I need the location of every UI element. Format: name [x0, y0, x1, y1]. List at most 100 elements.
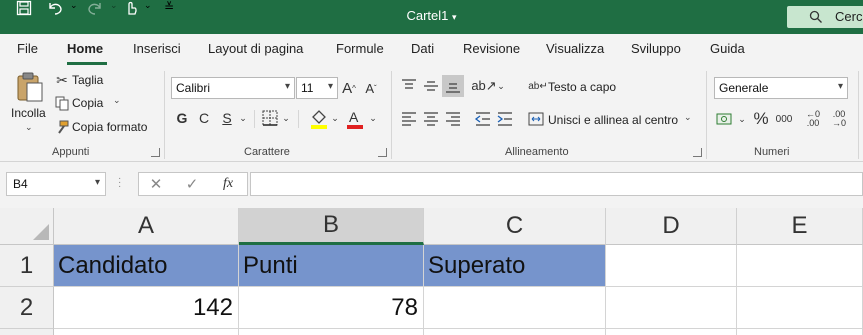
borders-icon[interactable] [262, 110, 278, 126]
resize-handle-icon[interactable]: · · · [118, 174, 124, 192]
merge-center-icon [528, 112, 544, 126]
font-size-select[interactable]: 11 ▾ [296, 77, 338, 99]
cell-d1[interactable] [606, 245, 737, 287]
cell-b2[interactable]: 78 [239, 287, 424, 329]
tab-review[interactable]: Revisione [463, 41, 520, 56]
accounting-dropdown-icon[interactable]: ⌄ [737, 110, 747, 128]
row-header-3[interactable] [0, 329, 54, 335]
copy-button[interactable]: Copia ⌄ [55, 95, 123, 113]
search-box[interactable]: Cerca [787, 6, 863, 28]
fill-color-icon[interactable] [310, 108, 328, 130]
cell-b3[interactable] [239, 329, 424, 335]
borders-dropdown-icon[interactable]: ⌄ [281, 108, 291, 128]
tab-formulas[interactable]: Formule [336, 41, 384, 56]
italic-button[interactable]: C [196, 108, 212, 128]
align-bottom-button[interactable] [442, 75, 464, 97]
tab-view[interactable]: Visualizza [546, 41, 604, 56]
increase-decimal-icon[interactable]: ←0.00 [802, 108, 824, 130]
merge-center-label: Unisci e allinea al centro [548, 113, 679, 127]
align-left-icon[interactable] [400, 110, 418, 128]
column-header-e[interactable]: E [737, 208, 863, 245]
paste-dropdown-icon: ⌄ [25, 122, 33, 132]
font-color-dropdown-icon[interactable]: ⌄ [368, 108, 378, 128]
select-all-icon [33, 224, 49, 240]
tab-home[interactable]: Home [67, 41, 103, 56]
wrap-text-button[interactable]: ab↵ Testo a capo [528, 77, 622, 97]
format-painter-button[interactable]: Copia formato [55, 119, 151, 137]
chevron-down-icon: ▾ [94, 177, 100, 188]
cell-e1[interactable] [737, 245, 863, 287]
accounting-format-icon[interactable] [716, 110, 734, 128]
font-launcher-icon[interactable] [378, 148, 387, 157]
tab-insert[interactable]: Inserisci [133, 41, 181, 56]
comma-style-icon[interactable]: 000 [774, 110, 794, 128]
select-all-button[interactable] [0, 208, 54, 245]
bold-button[interactable]: G [174, 108, 190, 128]
underline-dropdown-icon[interactable]: ⌄ [238, 108, 248, 128]
increase-indent-icon[interactable] [496, 110, 514, 128]
tab-data[interactable]: Dati [411, 41, 434, 56]
cell-d3[interactable] [606, 329, 737, 335]
cell-b1[interactable]: Punti [239, 245, 424, 287]
merge-center-button[interactable]: Unisci e allinea al centro ⌄ [528, 110, 696, 130]
decrease-indent-icon[interactable] [474, 110, 492, 128]
percent-icon[interactable]: % [752, 108, 770, 130]
number-format-value: Generale [719, 81, 769, 95]
orientation-dropdown-icon[interactable]: ⌄ [496, 77, 506, 95]
cell-a2[interactable]: 142 [54, 287, 239, 329]
scissors-icon: ✂ [56, 71, 68, 88]
row-header-1[interactable]: 1 [0, 245, 54, 287]
cell-a3[interactable] [54, 329, 239, 335]
number-format-select[interactable]: Generale ▾ [714, 77, 848, 99]
cancel-icon[interactable]: ✕ [147, 175, 165, 193]
cell-c2[interactable] [424, 287, 606, 329]
active-tab-indicator [67, 62, 107, 65]
cell-e3[interactable] [737, 329, 863, 335]
column-header-d[interactable]: D [606, 208, 737, 245]
increase-font-icon[interactable]: A ^ [340, 77, 358, 99]
tab-file[interactable]: File [17, 41, 38, 56]
column-header-a[interactable]: A [54, 208, 239, 245]
clipboard-launcher-icon[interactable] [151, 148, 160, 157]
tab-page-layout[interactable]: Layout di pagina [208, 41, 303, 56]
column-header-b[interactable]: B [239, 208, 424, 245]
column-header-c[interactable]: C [424, 208, 606, 245]
formula-input[interactable] [250, 172, 863, 196]
alignment-launcher-icon[interactable] [693, 148, 702, 157]
group-label-font: Carattere [244, 146, 290, 158]
fill-color-dropdown-icon[interactable]: ⌄ [330, 108, 340, 128]
orientation-icon[interactable]: ab↗ [471, 77, 496, 95]
underline-button[interactable]: S [219, 108, 235, 128]
copy-dropdown-icon: ⌄ [113, 95, 121, 105]
font-color-icon[interactable]: A [346, 108, 364, 130]
search-placeholder: Cerca [835, 9, 863, 24]
cell-a1[interactable]: Candidato [54, 245, 239, 287]
decrease-font-icon[interactable]: Aˇ [362, 77, 380, 99]
align-center-icon[interactable] [422, 110, 440, 128]
group-label-number: Numeri [754, 146, 790, 158]
row-header-2[interactable]: 2 [0, 287, 54, 329]
svg-text:A: A [349, 109, 359, 125]
cell-e2[interactable] [737, 287, 863, 329]
cut-button[interactable]: ✂ Taglia [55, 72, 115, 90]
align-bottom-icon [446, 83, 460, 93]
cell-c1[interactable]: Superato [424, 245, 606, 287]
decrease-decimal-icon[interactable]: .00 →0 [828, 108, 850, 130]
enter-icon[interactable]: ✓ [183, 175, 201, 193]
group-label-alignment: Allineamento [505, 146, 569, 158]
tab-developer[interactable]: Sviluppo [631, 41, 681, 56]
align-top-icon[interactable] [400, 77, 418, 95]
paste-button[interactable]: Incolla ⌄ [11, 72, 47, 132]
tab-help[interactable]: Guida [710, 41, 745, 56]
align-right-icon[interactable] [444, 110, 462, 128]
name-box[interactable]: B4 ▾ [6, 172, 106, 196]
name-box-value: B4 [13, 177, 28, 191]
insert-function-icon[interactable]: fx [219, 175, 237, 193]
font-name-select[interactable]: Calibri ▾ [171, 77, 295, 99]
group-label-clipboard: Appunti [52, 146, 90, 158]
align-middle-icon[interactable] [422, 77, 440, 95]
cell-c3[interactable] [424, 329, 606, 335]
font-size-value: 11 [301, 81, 314, 95]
document-title[interactable]: Cartel1 ▾ [0, 8, 863, 23]
cell-d2[interactable] [606, 287, 737, 329]
